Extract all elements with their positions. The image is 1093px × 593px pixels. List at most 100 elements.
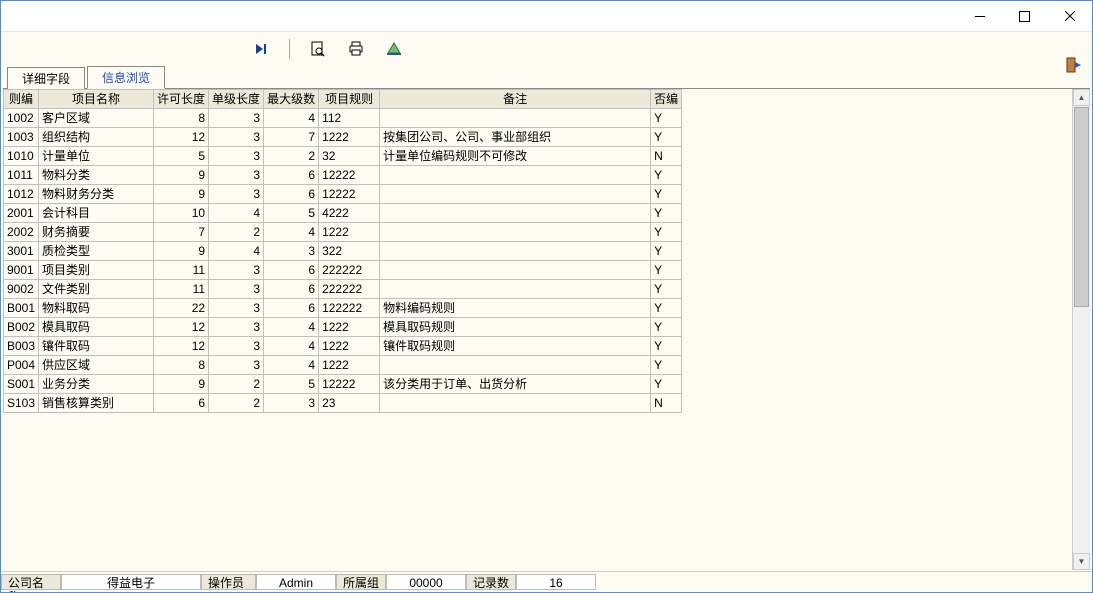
preview-icon[interactable]	[308, 39, 328, 59]
cell-name[interactable]: 销售核算类别	[39, 394, 154, 413]
cell-code[interactable]: 1002	[4, 109, 39, 128]
cell-unitlen[interactable]: 3	[209, 185, 264, 204]
cell-name[interactable]: 物料分类	[39, 166, 154, 185]
cell-unitlen[interactable]: 3	[209, 147, 264, 166]
cell-rule[interactable]: 112	[319, 109, 380, 128]
cell-len[interactable]: 9	[154, 242, 209, 261]
cell-editable[interactable]: Y	[651, 223, 682, 242]
minimize-button[interactable]	[957, 1, 1002, 31]
cell-code[interactable]: S103	[4, 394, 39, 413]
cell-rule[interactable]: 23	[319, 394, 380, 413]
cell-remark[interactable]: 镶件取码规则	[380, 337, 651, 356]
cell-editable[interactable]: Y	[651, 280, 682, 299]
cell-len[interactable]: 7	[154, 223, 209, 242]
cell-name[interactable]: 物料取码	[39, 299, 154, 318]
col-header-len[interactable]: 许可长度	[154, 90, 209, 109]
cell-name[interactable]: 镶件取码	[39, 337, 154, 356]
tab-browse[interactable]: 信息浏览	[87, 66, 165, 89]
cell-maxlvl[interactable]: 4	[264, 337, 319, 356]
table-row[interactable]: 1011物料分类93612222Y	[4, 166, 682, 185]
cell-name[interactable]: 文件类别	[39, 280, 154, 299]
cell-code[interactable]: B002	[4, 318, 39, 337]
cell-rule[interactable]: 4222	[319, 204, 380, 223]
cell-rule[interactable]: 1222	[319, 318, 380, 337]
cell-unitlen[interactable]: 3	[209, 356, 264, 375]
cell-code[interactable]: 1012	[4, 185, 39, 204]
cell-editable[interactable]: Y	[651, 261, 682, 280]
cell-editable[interactable]: Y	[651, 166, 682, 185]
cell-unitlen[interactable]: 2	[209, 394, 264, 413]
cell-unitlen[interactable]: 4	[209, 242, 264, 261]
cell-code[interactable]: 9001	[4, 261, 39, 280]
cell-maxlvl[interactable]: 4	[264, 356, 319, 375]
cell-name[interactable]: 财务摘要	[39, 223, 154, 242]
cell-editable[interactable]: Y	[651, 356, 682, 375]
table-row[interactable]: B003镶件取码12341222镶件取码规则Y	[4, 337, 682, 356]
cell-maxlvl[interactable]: 3	[264, 242, 319, 261]
cell-code[interactable]: 2001	[4, 204, 39, 223]
cell-rule[interactable]: 12222	[319, 166, 380, 185]
cell-len[interactable]: 22	[154, 299, 209, 318]
exit-icon[interactable]	[1064, 55, 1084, 75]
cell-editable[interactable]: N	[651, 147, 682, 166]
cell-rule[interactable]: 1222	[319, 356, 380, 375]
cell-maxlvl[interactable]: 6	[264, 280, 319, 299]
cell-unitlen[interactable]: 3	[209, 109, 264, 128]
cell-editable[interactable]: N	[651, 394, 682, 413]
cell-remark[interactable]: 模具取码规则	[380, 318, 651, 337]
cell-maxlvl[interactable]: 5	[264, 375, 319, 394]
cell-code[interactable]: B001	[4, 299, 39, 318]
cell-len[interactable]: 9	[154, 166, 209, 185]
cell-editable[interactable]: Y	[651, 375, 682, 394]
cell-len[interactable]: 11	[154, 280, 209, 299]
cell-code[interactable]: 1003	[4, 128, 39, 147]
table-row[interactable]: 9001项目类别1136222222Y	[4, 261, 682, 280]
cell-maxlvl[interactable]: 3	[264, 394, 319, 413]
col-header-rule[interactable]: 项目规则	[319, 90, 380, 109]
cell-maxlvl[interactable]: 5	[264, 204, 319, 223]
table-row[interactable]: 9002文件类别1136222222Y	[4, 280, 682, 299]
cell-len[interactable]: 12	[154, 337, 209, 356]
cell-editable[interactable]: Y	[651, 109, 682, 128]
cell-remark[interactable]	[380, 242, 651, 261]
cell-maxlvl[interactable]: 6	[264, 166, 319, 185]
scroll-thumb[interactable]	[1074, 107, 1089, 307]
cell-remark[interactable]	[380, 261, 651, 280]
data-grid[interactable]: 则编 项目名称 许可长度 单级长度 最大级数 项目规则 备注 否编 1002客户…	[3, 89, 682, 413]
cell-len[interactable]: 9	[154, 185, 209, 204]
cell-maxlvl[interactable]: 6	[264, 299, 319, 318]
cell-code[interactable]: B003	[4, 337, 39, 356]
cell-editable[interactable]: Y	[651, 242, 682, 261]
table-row[interactable]: B002模具取码12341222模具取码规则Y	[4, 318, 682, 337]
cell-maxlvl[interactable]: 4	[264, 109, 319, 128]
cell-maxlvl[interactable]: 4	[264, 223, 319, 242]
table-row[interactable]: S001业务分类92512222该分类用于订单、出货分析Y	[4, 375, 682, 394]
tab-detail[interactable]: 详细字段	[7, 67, 85, 89]
cell-name[interactable]: 供应区域	[39, 356, 154, 375]
cell-rule[interactable]: 12222	[319, 375, 380, 394]
table-row[interactable]: 1003组织结构12371222按集团公司、公司、事业部组织Y	[4, 128, 682, 147]
vertical-scrollbar[interactable]: ▲ ▼	[1072, 89, 1090, 570]
print-icon[interactable]	[346, 39, 366, 59]
cell-rule[interactable]: 1222	[319, 223, 380, 242]
table-row[interactable]: 1012物料财务分类93612222Y	[4, 185, 682, 204]
cell-unitlen[interactable]: 4	[209, 204, 264, 223]
cell-name[interactable]: 业务分类	[39, 375, 154, 394]
cell-len[interactable]: 6	[154, 394, 209, 413]
cell-name[interactable]: 组织结构	[39, 128, 154, 147]
cell-len[interactable]: 12	[154, 318, 209, 337]
cell-code[interactable]: P004	[4, 356, 39, 375]
cell-code[interactable]: 2002	[4, 223, 39, 242]
cell-unitlen[interactable]: 3	[209, 261, 264, 280]
cell-remark[interactable]	[380, 185, 651, 204]
col-header-remark[interactable]: 备注	[380, 90, 651, 109]
cell-name[interactable]: 项目类别	[39, 261, 154, 280]
cell-rule[interactable]: 122222	[319, 299, 380, 318]
table-row[interactable]: 3001质检类型943322Y	[4, 242, 682, 261]
last-record-icon[interactable]	[251, 39, 271, 59]
cell-maxlvl[interactable]: 4	[264, 318, 319, 337]
cell-rule[interactable]: 32	[319, 147, 380, 166]
cell-remark[interactable]: 计量单位编码规则不可修改	[380, 147, 651, 166]
cell-name[interactable]: 质检类型	[39, 242, 154, 261]
cell-len[interactable]: 8	[154, 109, 209, 128]
